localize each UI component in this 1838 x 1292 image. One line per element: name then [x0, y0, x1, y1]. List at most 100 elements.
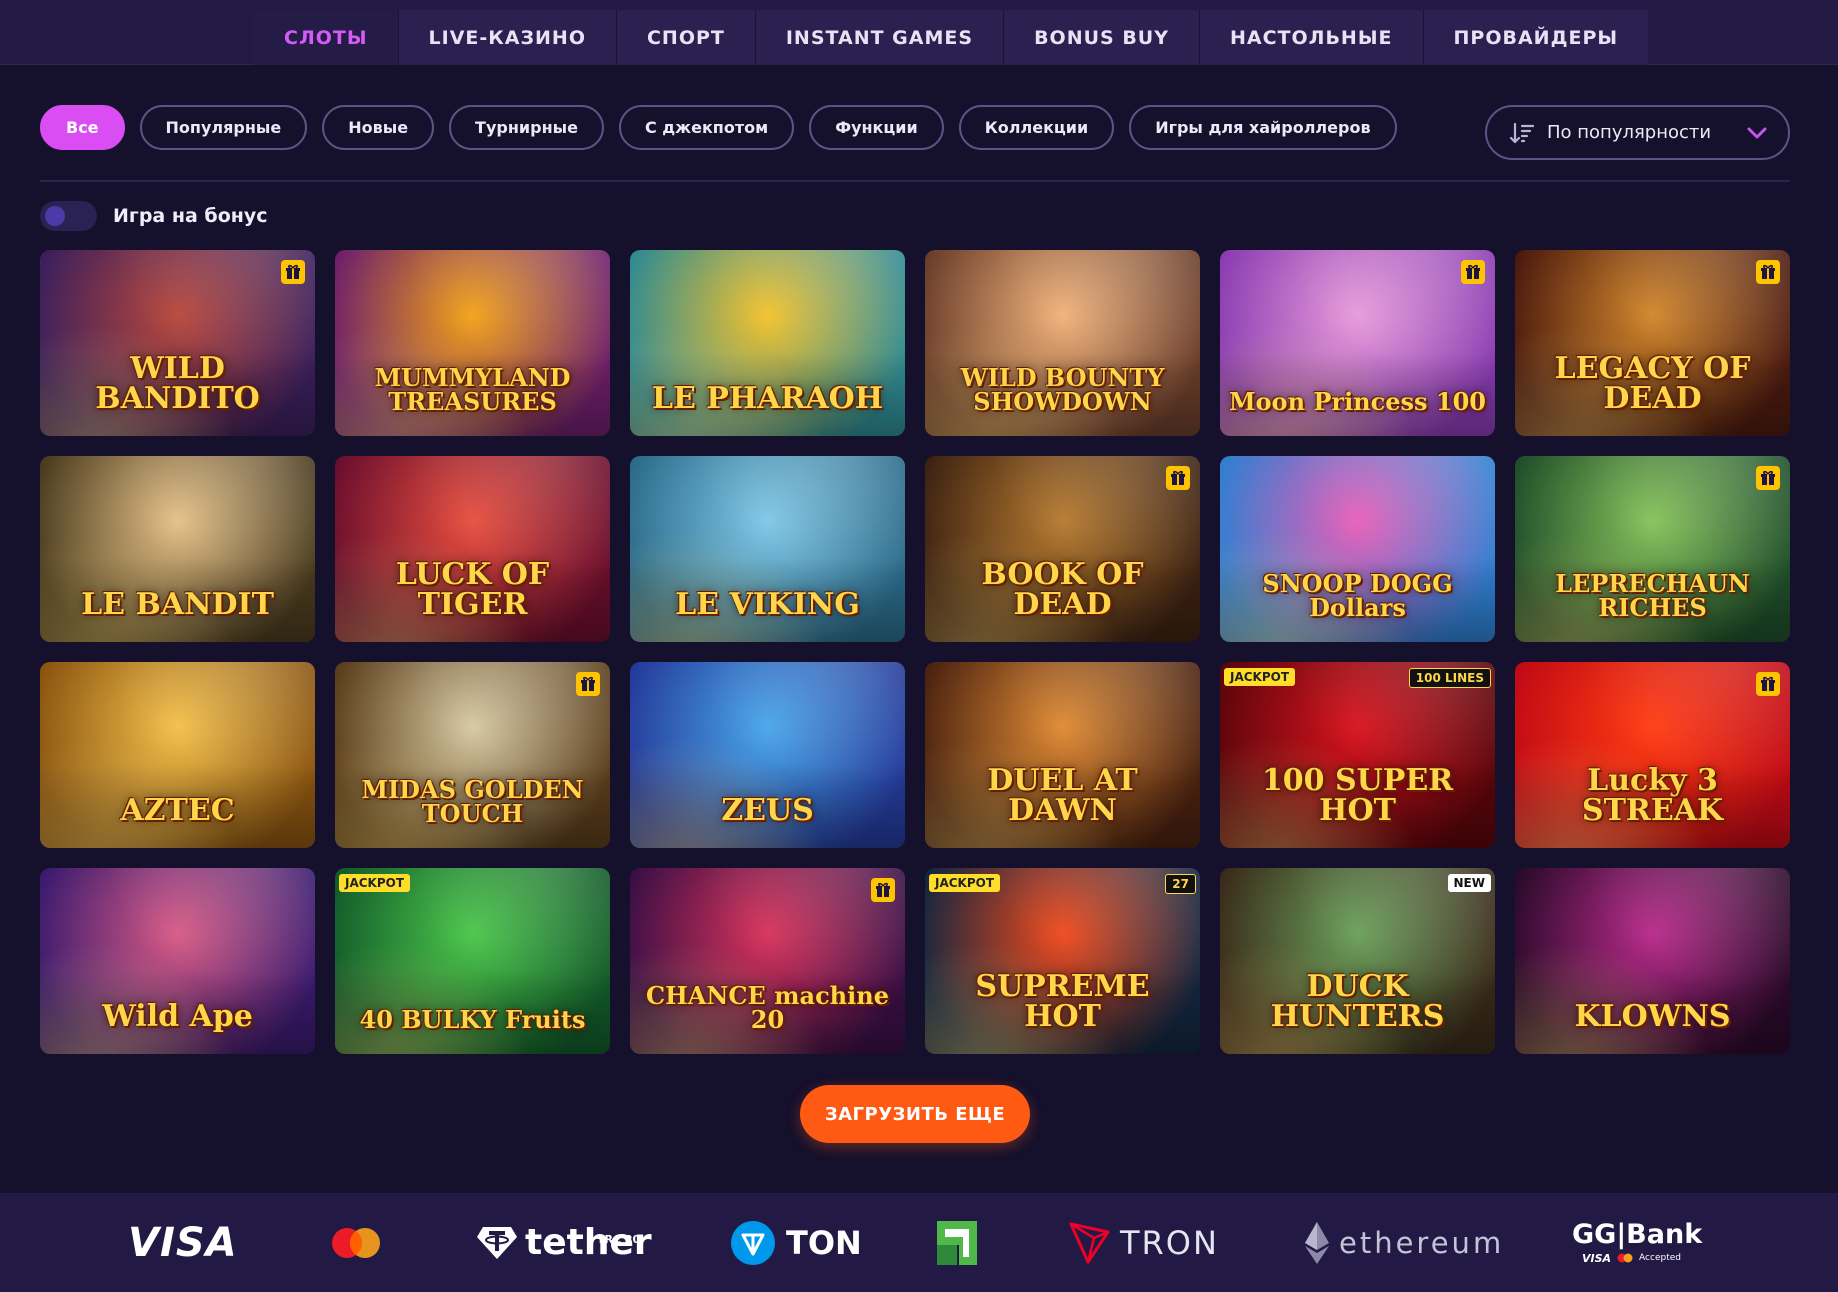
game-title: CHANCE machine 20: [646, 981, 889, 1034]
tab-live-casino[interactable]: LIVE-КАЗИНО: [398, 10, 617, 65]
game-card[interactable]: LE VIKING: [630, 456, 905, 642]
tab-instant-games[interactable]: INSTANT GAMES: [755, 10, 1005, 65]
gift-icon: [1461, 260, 1485, 284]
chip-collections[interactable]: Коллекции: [958, 105, 1115, 150]
tab-providers[interactable]: ПРОВАЙДЕРЫ: [1423, 10, 1649, 65]
game-card[interactable]: MIDAS GOLDEN TOUCH: [335, 662, 610, 848]
game-card[interactable]: ZEUS: [630, 662, 905, 848]
lines-badge: 100 LINES: [1408, 668, 1491, 688]
game-title: 40 BULKY Fruits: [359, 1005, 586, 1034]
game-title: SUPREME HOT: [975, 969, 1150, 1034]
ggbank-accepted-label: Accepted: [1639, 1253, 1681, 1263]
game-card[interactable]: MUMMYLAND TREASURES: [335, 250, 610, 436]
game-title: DUCK HUNTERS: [1270, 969, 1445, 1034]
game-card[interactable]: LEGACY OF DEAD: [1515, 250, 1790, 436]
bonus-toggle[interactable]: [40, 201, 97, 231]
game-card[interactable]: KLOWNS: [1515, 868, 1790, 1054]
game-title: Wild Ape: [102, 999, 253, 1034]
game-card[interactable]: Lucky 3 STREAK: [1515, 662, 1790, 848]
game-card[interactable]: CHANCE machine 20: [630, 868, 905, 1054]
game-card[interactable]: BOOK OF DEAD: [925, 456, 1200, 642]
game-card[interactable]: WILD BOUNTY SHOWDOWN: [925, 250, 1200, 436]
gift-icon: [281, 260, 305, 284]
game-card[interactable]: LE PHARAOH: [630, 250, 905, 436]
filter-chips: Все Популярные Новые Турнирные С джекпот…: [40, 105, 1397, 150]
jackpot-badge: JACKPOT: [1224, 668, 1296, 686]
tether-trc20-tag: TRC 20: [597, 1233, 641, 1246]
game-card[interactable]: SNOOP DOGG Dollars: [1220, 456, 1495, 642]
ton-icon: [731, 1220, 775, 1265]
game-card[interactable]: WILD BANDITO: [40, 250, 315, 436]
game-title: LE BANDIT: [81, 587, 274, 622]
ggbank-logo: GG|Bank VISA Accepted: [1572, 1193, 1702, 1292]
game-card[interactable]: DUEL AT DAWN: [925, 662, 1200, 848]
gift-icon: [871, 878, 895, 902]
ggbank-visa-label: VISA: [1582, 1251, 1612, 1265]
game-card[interactable]: LUCK OF TIGER: [335, 456, 610, 642]
gift-icon: [1756, 260, 1780, 284]
game-title: Lucky 3 STREAK: [1581, 763, 1724, 828]
game-title: Moon Princess 100: [1228, 387, 1486, 416]
tron-label: TRON: [1120, 1223, 1219, 1262]
gift-icon: [1756, 466, 1780, 490]
gift-icon: [1166, 466, 1190, 490]
ethereum-icon: [1305, 1221, 1329, 1264]
green-bank-icon: [937, 1220, 977, 1265]
tron-icon: [1069, 1222, 1110, 1263]
tab-table-games[interactable]: НАСТОЛЬНЫЕ: [1200, 10, 1424, 65]
game-title: KLOWNS: [1574, 999, 1731, 1034]
chip-all[interactable]: Все: [40, 105, 125, 150]
game-title: SNOOP DOGG Dollars: [1262, 569, 1453, 622]
chip-highrollers[interactable]: Игры для хайроллеров: [1129, 105, 1397, 150]
category-tabs: СЛОТЫ LIVE-КАЗИНО СПОРТ INSTANT GAMES BO…: [254, 10, 1649, 65]
chip-popular[interactable]: Популярные: [139, 105, 308, 150]
tether-icon: [477, 1226, 517, 1259]
top-navigation: СЛОТЫ LIVE-КАЗИНО СПОРТ INSTANT GAMES BO…: [0, 0, 1838, 65]
visa-label: VISA: [128, 1219, 238, 1266]
chip-features[interactable]: Функции: [809, 105, 944, 150]
game-card[interactable]: DUCK HUNTERS NEW: [1220, 868, 1495, 1054]
game-title: DUEL AT DAWN: [987, 763, 1138, 828]
game-title: LEGACY OF DEAD: [1554, 351, 1751, 416]
gift-icon: [576, 672, 600, 696]
game-card[interactable]: 40 BULKY Fruits JACKPOT: [335, 868, 610, 1054]
payment-methods-footer: VISA tether TRC 20 TON TRON ethereum GG|…: [0, 1193, 1838, 1292]
game-title: LE PHARAOH: [651, 381, 884, 416]
ethereum-label: ethereum: [1339, 1225, 1505, 1260]
tab-bonus-buy[interactable]: BONUS BUY: [1004, 10, 1200, 65]
lines-badge: 27: [1165, 874, 1196, 894]
tether-logo: tether TRC 20: [475, 1193, 652, 1292]
sort-dropdown[interactable]: По популярности: [1485, 105, 1790, 160]
privat-logo: [935, 1193, 979, 1292]
game-card[interactable]: SUPREME HOT JACKPOT 27: [925, 868, 1200, 1054]
tab-slots[interactable]: СЛОТЫ: [254, 10, 399, 65]
game-card[interactable]: LEPRECHAUN RICHES: [1515, 456, 1790, 642]
load-more-button[interactable]: ЗАГРУЗИТЬ ЕЩЕ: [800, 1085, 1030, 1143]
chip-new[interactable]: Новые: [322, 105, 435, 150]
game-title: WILD BOUNTY SHOWDOWN: [960, 363, 1165, 416]
game-title: MUMMYLAND TREASURES: [374, 363, 571, 416]
game-card[interactable]: Moon Princess 100: [1220, 250, 1495, 436]
tron-logo: TRON: [1068, 1193, 1219, 1292]
ton-logo: TON: [730, 1193, 862, 1292]
tab-sport[interactable]: СПОРТ: [616, 10, 756, 65]
ggbank-label: GG|Bank: [1572, 1218, 1703, 1250]
visa-logo: VISA: [128, 1193, 238, 1292]
game-grid: WILD BANDITO MUMMYLAND TREASURES LE PHARAO…: [40, 250, 1790, 1054]
game-title: LEPRECHAUN RICHES: [1555, 569, 1750, 622]
game-card[interactable]: LE BANDIT: [40, 456, 315, 642]
game-card[interactable]: Wild Ape: [40, 868, 315, 1054]
game-title: 100 SUPER HOT: [1261, 763, 1454, 828]
bonus-toggle-label: Игра на бонус: [113, 205, 268, 227]
sort-label: По популярности: [1547, 122, 1712, 143]
mastercard-icon: [332, 1227, 380, 1258]
game-card[interactable]: 100 SUPER HOT JACKPOT 100 LINES: [1220, 662, 1495, 848]
chip-jackpot[interactable]: С джекпотом: [618, 105, 795, 150]
ethereum-logo: ethereum: [1303, 1193, 1504, 1292]
chip-tournament[interactable]: Турнирные: [449, 105, 604, 150]
divider: [40, 180, 1790, 182]
new-badge: NEW: [1447, 874, 1491, 892]
bonus-toggle-row: Игра на бонус: [40, 200, 268, 232]
game-card[interactable]: AZTEC: [40, 662, 315, 848]
gift-icon: [1756, 672, 1780, 696]
